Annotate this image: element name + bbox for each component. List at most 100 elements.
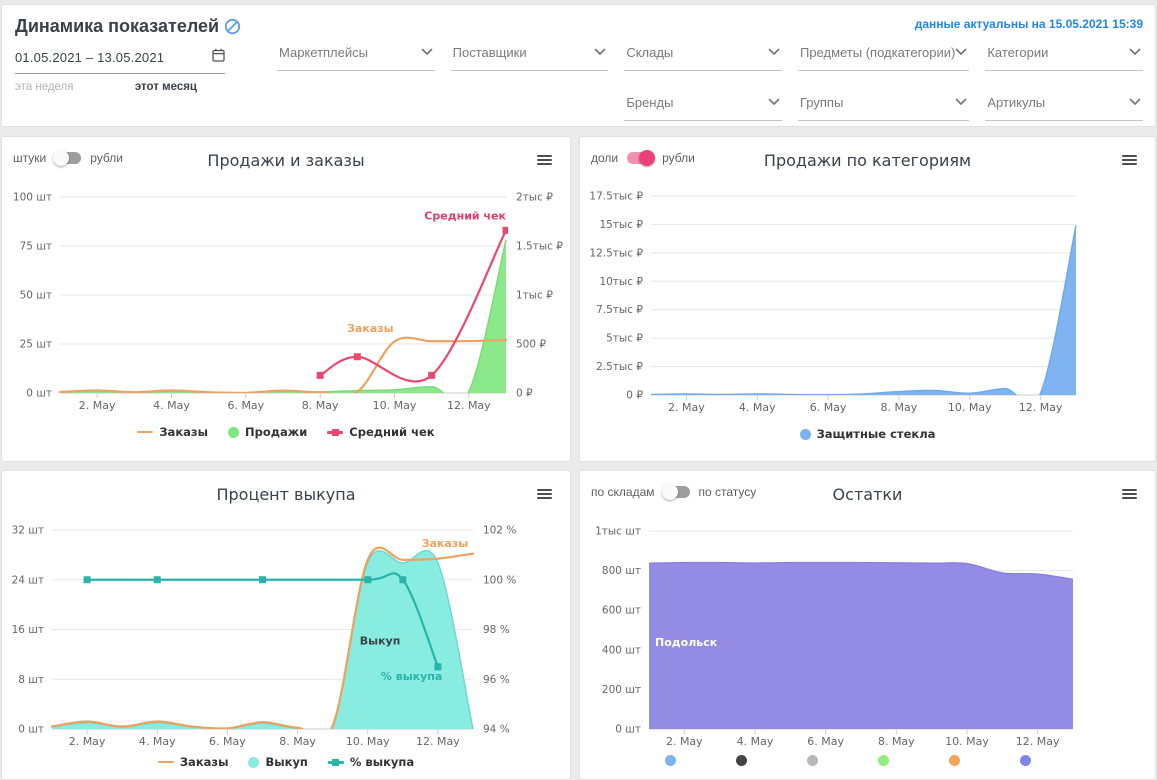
svg-text:4. May: 4. May — [737, 735, 774, 748]
chart-legend: Защитные стекла — [580, 427, 1155, 441]
legend-item[interactable]: Заказы — [137, 425, 208, 439]
svg-text:2.5тыс ₽: 2.5тыс ₽ — [596, 361, 643, 373]
svg-text:6. May: 6. May — [227, 399, 264, 412]
toggle-label-left[interactable]: доли — [591, 151, 618, 165]
svg-text:4. May: 4. May — [153, 399, 190, 412]
svg-text:12.5тыс ₽: 12.5тыс ₽ — [589, 247, 643, 259]
svg-text:94 %: 94 % — [483, 724, 510, 736]
legend-item[interactable] — [877, 755, 929, 766]
svg-text:4. May: 4. May — [739, 401, 776, 414]
filter-marketplaces[interactable]: Маркетплейсы — [277, 41, 435, 71]
svg-text:600 шт: 600 шт — [602, 605, 641, 617]
svg-text:7.5тыс ₽: 7.5тыс ₽ — [596, 304, 643, 316]
chevron-down-icon[interactable] — [421, 43, 433, 61]
hide-slash-icon[interactable] — [224, 18, 241, 40]
svg-text:12. May: 12. May — [1016, 735, 1060, 748]
svg-text:10. May: 10. May — [373, 399, 417, 412]
legend-item[interactable] — [948, 755, 1000, 766]
toggle-switch[interactable] — [53, 150, 82, 166]
date-range-value: 01.05.2021 – 13.05.2021 — [15, 50, 165, 65]
svg-text:10. May: 10. May — [948, 401, 992, 414]
legend-item[interactable]: % выкупа — [327, 755, 414, 769]
svg-text:Выкуп: Выкуп — [360, 634, 401, 647]
preset-this-month[interactable]: этот месяц — [135, 81, 197, 93]
calendar-icon[interactable] — [212, 48, 225, 67]
legend-swatch — [877, 755, 889, 766]
chart-canvas: 0 шт 0 ₽ 25 шт 500 ₽ 50 шт 1тыс ₽ 75 шт 1.5тыс … — [13, 192, 563, 413]
filter-categories[interactable]: Категории — [985, 41, 1143, 71]
svg-text:15тыс ₽: 15тыс ₽ — [599, 219, 643, 231]
legend-item[interactable]: Средний чек — [327, 425, 435, 439]
toggle-switch[interactable] — [661, 484, 690, 500]
svg-text:0 шт: 0 шт — [18, 724, 44, 736]
legend-item[interactable]: Защитные стекла — [799, 427, 936, 441]
chevron-down-icon[interactable] — [1129, 93, 1141, 111]
filter-suppliers[interactable]: Поставщики — [450, 41, 609, 71]
svg-text:32 шт: 32 шт — [12, 525, 44, 537]
legend-swatch — [248, 756, 260, 768]
preset-this-week[interactable]: эта неделя — [15, 81, 74, 93]
chart-canvas: 0 ₽ 2.5тыс ₽ 5тыс ₽ 7.5тыс ₽ 10тыс ₽ 12.5тыс … — [589, 191, 1077, 414]
chart-card-stocks: по складам по статусу Остатки 0 шт 200 шт… — [579, 470, 1156, 780]
filter-brands[interactable]: Бренды — [624, 91, 782, 121]
filter-articles[interactable]: Артикулы — [985, 91, 1143, 121]
legend-item[interactable]: Выкуп — [248, 755, 308, 769]
header-panel: Динамика показателей данные актуальны на… — [1, 4, 1156, 127]
legend-item[interactable] — [1019, 755, 1071, 766]
svg-text:98 %: 98 % — [483, 624, 510, 636]
svg-text:500 ₽: 500 ₽ — [516, 339, 546, 351]
svg-text:5тыс ₽: 5тыс ₽ — [606, 333, 643, 345]
chart-legend — [580, 755, 1155, 766]
chevron-down-icon[interactable] — [768, 93, 780, 111]
toggle-label-right[interactable]: рубли — [90, 151, 123, 165]
toggle-label-left[interactable]: штуки — [13, 151, 46, 165]
chart-card-buyout-percent: Процент выкупа 0 шт 94 % 8 шт 96 % 16 шт 98 %… — [1, 470, 571, 780]
filter-groups[interactable]: Группы — [797, 91, 970, 121]
legend-swatch — [327, 757, 344, 768]
svg-text:4. May: 4. May — [139, 735, 176, 748]
toggle-switch[interactable] — [627, 150, 656, 166]
legend-item[interactable]: Заказы — [157, 755, 228, 769]
legend-swatch — [227, 426, 239, 438]
svg-text:1.5тыс ₽: 1.5тыс ₽ — [516, 241, 563, 253]
legend-label: Выкуп — [265, 755, 308, 769]
date-range-input[interactable]: 01.05.2021 – 13.05.2021 — [15, 48, 225, 74]
svg-text:8 шт: 8 шт — [18, 674, 44, 686]
filter-subjects[interactable]: Предметы (подкатегории) — [797, 41, 970, 71]
chevron-down-icon[interactable] — [1129, 43, 1141, 61]
svg-text:Заказы: Заказы — [422, 537, 469, 550]
legend-label: Средний чек — [349, 425, 435, 439]
svg-text:2. May: 2. May — [69, 735, 106, 748]
filter-warehouses[interactable]: Склады — [624, 41, 782, 71]
chevron-down-icon[interactable] — [594, 43, 606, 61]
svg-text:Средний чек: Средний чек — [424, 210, 506, 223]
legend-item[interactable] — [806, 755, 858, 766]
legend-item[interactable] — [664, 755, 716, 766]
toggle-label-right[interactable]: рубли — [662, 151, 695, 165]
toggle-label-right[interactable]: по статусу — [699, 485, 757, 499]
legend-item[interactable] — [735, 755, 787, 766]
svg-text:75 шт: 75 шт — [20, 241, 52, 253]
chevron-down-icon[interactable] — [955, 93, 967, 111]
chevron-down-icon[interactable] — [955, 43, 967, 61]
svg-text:0 шт: 0 шт — [615, 724, 641, 736]
svg-text:1тыс шт: 1тыс шт — [595, 526, 641, 538]
data-freshness-label: данные актуальны на 15.05.2021 15:39 — [914, 17, 1143, 31]
legend-swatch — [664, 755, 676, 766]
toggle-label-left[interactable]: по складам — [591, 485, 655, 499]
chevron-down-icon[interactable] — [768, 43, 780, 61]
svg-text:800 шт: 800 шт — [602, 565, 641, 577]
chart-card-sales-orders: штуки рубли Продажи и заказы 0 шт 0 ₽25 ш… — [1, 136, 571, 462]
svg-text:0 шт: 0 шт — [26, 388, 52, 400]
filters-bar: Маркетплейсы Поставщики Склады Предметы … — [277, 41, 1143, 121]
legend-swatch — [327, 427, 344, 438]
svg-text:6. May: 6. May — [807, 735, 844, 748]
svg-text:12. May: 12. May — [1019, 401, 1063, 414]
legend-label: Защитные стекла — [816, 427, 936, 441]
svg-text:400 шт: 400 шт — [602, 644, 641, 656]
svg-text:102 %: 102 % — [483, 525, 516, 537]
legend-item[interactable]: Продажи — [227, 425, 307, 439]
svg-text:2. May: 2. May — [666, 735, 703, 748]
legend-swatch — [806, 755, 818, 766]
chart-legend: Заказы Продажи Средний чек — [2, 425, 570, 439]
